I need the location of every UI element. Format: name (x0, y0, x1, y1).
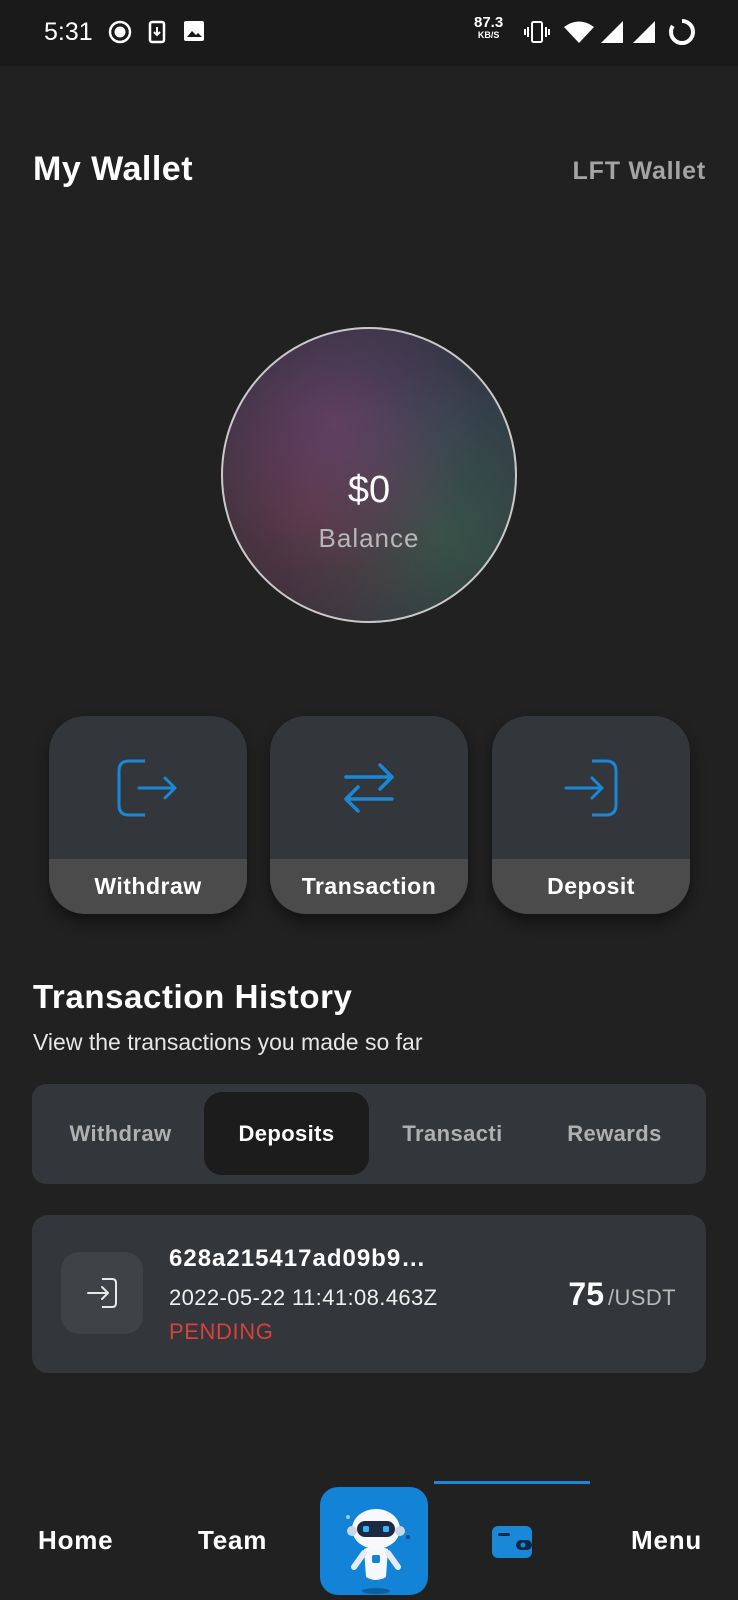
nav-menu[interactable]: Menu (631, 1525, 702, 1556)
vibrate-icon (524, 20, 550, 49)
history-tabs: Withdraw Deposits Transacti Rewards (32, 1084, 706, 1184)
history-title: Transaction History (33, 978, 353, 1015)
deposit-icon (61, 1252, 143, 1334)
record-icon (108, 20, 132, 49)
signal-icon (600, 20, 624, 49)
transaction-button[interactable]: Transaction (270, 716, 468, 914)
lft-wallet-link[interactable]: LFT Wallet (573, 157, 706, 186)
history-subtitle: View the transactions you made so far (33, 1029, 423, 1055)
deposit-label: Deposit (492, 859, 690, 914)
robot-icon (346, 1509, 410, 1594)
tab-transactions[interactable]: Transacti (370, 1092, 535, 1175)
deposit-button[interactable]: Deposit (492, 716, 690, 914)
transaction-amount: 75/USDT (568, 1276, 676, 1313)
transaction-label: Transaction (270, 859, 468, 914)
transaction-id: 628a215417ad09b9… (169, 1245, 427, 1272)
nav-robot-button[interactable] (320, 1487, 428, 1595)
page-title: My Wallet (33, 150, 194, 188)
amount-currency: /USDT (608, 1285, 676, 1310)
battery-ring-icon (668, 18, 696, 51)
wifi-icon (563, 20, 595, 49)
balance-label: Balance (318, 523, 420, 553)
tab-rewards[interactable]: Rewards (532, 1092, 697, 1175)
wallet-icon (492, 1526, 532, 1558)
net-speed: 87.3 KB/S (474, 15, 503, 40)
withdraw-label: Withdraw (49, 859, 247, 914)
nav-active-indicator (434, 1481, 590, 1484)
nav-home[interactable]: Home (38, 1525, 113, 1556)
download-icon (148, 20, 166, 49)
status-bar: 5:31 87.3 KB/S (0, 0, 738, 66)
balance-value: $0 (347, 469, 391, 511)
tab-withdraw[interactable]: Withdraw (38, 1092, 203, 1175)
swap-icon (270, 716, 468, 859)
deposit-icon (492, 716, 690, 859)
net-speed-unit: KB/S (477, 30, 500, 40)
transaction-status: PENDING (169, 1319, 274, 1344)
withdraw-button[interactable]: Withdraw (49, 716, 247, 914)
net-speed-value: 87.3 (474, 14, 504, 31)
withdraw-icon (49, 716, 247, 859)
nav-wallet[interactable] (490, 1523, 534, 1566)
amount-value: 75 (568, 1276, 604, 1312)
status-time: 5:31 (44, 18, 93, 46)
tab-deposits[interactable]: Deposits (204, 1092, 369, 1175)
nav-team[interactable]: Team (198, 1525, 267, 1556)
image-icon (183, 20, 205, 47)
balance-circle: $0 Balance (221, 327, 517, 623)
signal-icon (632, 20, 656, 49)
transaction-date: 2022-05-22 11:41:08.463Z (169, 1285, 438, 1310)
transaction-row[interactable]: 628a215417ad09b9… 2022-05-22 11:41:08.46… (32, 1215, 706, 1373)
